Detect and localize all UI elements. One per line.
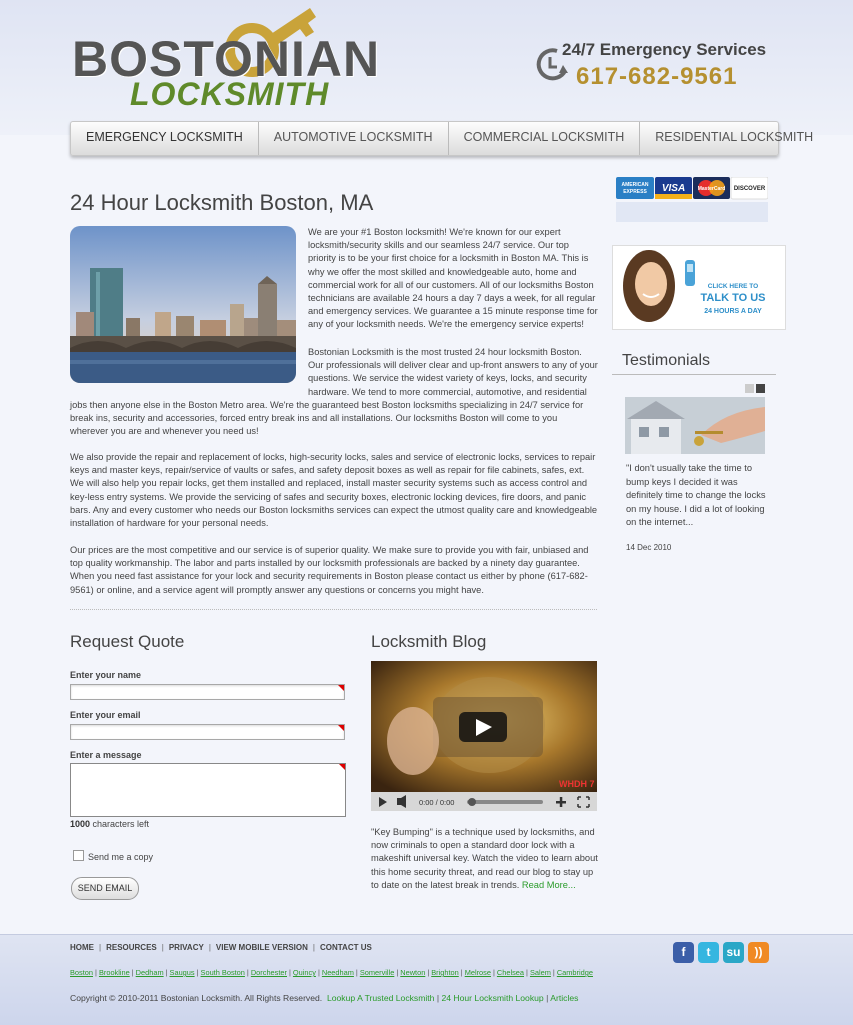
send-copy-checkbox[interactable] [73,850,84,861]
testimonials-title: Testimonials [622,352,711,369]
services-paragraph: We also provide the repair and replaceme… [70,452,598,529]
svg-text:0:00 / 0:00: 0:00 / 0:00 [419,798,454,807]
intro-paragraph: We are your #1 Boston locksmith! We're k… [308,227,598,330]
testimonial-pager [745,384,765,393]
svg-text:AMERICAN: AMERICAN [622,182,649,188]
trusted-paragraph-part2: jobs then anyone else in the Boston Metr… [70,399,584,437]
city-link-boston[interactable]: Boston [70,968,93,977]
blog-video-player[interactable]: WHDH 7 0:00 / 0:00 [371,661,597,811]
trusted-paragraph-part1: Bostonian Locksmith is the most trusted … [308,347,598,397]
articles-link[interactable]: Articles [550,993,578,1003]
footer-mobile-link[interactable]: VIEW MOBILE VERSION [216,943,308,952]
footer-home-link[interactable]: HOME [70,943,94,952]
nav-automotive-locksmith[interactable]: AUTOMOTIVE LOCKSMITH [259,122,449,155]
svg-text:VISA: VISA [662,183,685,194]
facebook-icon[interactable]: f [673,942,694,963]
city-link-saugus[interactable]: Saugus [170,968,195,977]
footer-contact-link[interactable]: CONTACT US [320,943,372,952]
emergency-services-label: 24/7 Emergency Services [562,40,767,59]
svg-text:DISCOVER: DISCOVER [734,186,766,192]
copyright-text: Copyright © 2010-2011 Bostonian Locksmit… [70,993,323,1003]
characters-left-suffix: characters left [90,819,150,829]
talk-line3: 24 HOURS A DAY [704,308,762,315]
name-field[interactable] [70,684,345,700]
city-link-needham[interactable]: Needham [322,968,354,977]
testimonial-image [625,397,765,454]
svg-text:WHDH 7: WHDH 7 [559,779,595,789]
nav-residential-locksmith[interactable]: RESIDENTIAL LOCKSMITH [640,122,828,155]
svg-text:MasterCard: MasterCard [698,186,726,192]
footer-privacy-link[interactable]: PRIVACY [169,943,204,952]
testimonial-date: 14 Dec 2010 [626,543,672,552]
city-link-dorchester[interactable]: Dorchester [251,968,287,977]
rss-icon[interactable]: )) [748,942,769,963]
pager-dot-2[interactable] [756,384,765,393]
city-link-brighton[interactable]: Brighton [431,968,459,977]
message-field[interactable] [70,763,346,817]
social-icons: f t su)) [673,942,769,963]
city-link-newton[interactable]: Newton [400,968,425,977]
talk-line2: TALK TO US [701,292,766,304]
site-logo[interactable]: BOSTONIAN LOCKSMITH [72,8,392,113]
svg-text:EXPRESS: EXPRESS [623,189,647,195]
send-email-button[interactable]: SEND EMAIL [71,877,139,900]
characters-left-count: 1000 [70,819,91,829]
lookup-trusted-locksmith-link[interactable]: Lookup A Trusted Locksmith [327,993,434,1003]
city-link-south-boston[interactable]: South Boston [201,968,245,977]
twitter-icon[interactable]: t [698,942,719,963]
city-links: Boston | Brookline | Dedham | Saugus | South Bos… [70,968,593,977]
city-link-quincy[interactable]: Quincy [293,968,316,977]
24-hour-lookup-link[interactable]: 24 Hour Locksmith Lookup [441,993,543,1003]
pager-dot-1[interactable] [745,384,754,393]
logo-word-locksmith: LOCKSMITH [130,76,330,112]
city-link-cambridge[interactable]: Cambridge [557,968,593,977]
testimonials-underline [612,374,776,375]
city-link-somerville[interactable]: Somerville [360,968,395,977]
payment-cards: AMERICAN EXPRESS VISA MasterCard DISCOVE… [616,176,769,230]
footer-nav: HOME | RESOURCES | PRIVACY | VIEW MOBILE VE… [70,943,372,952]
city-link-salem[interactable]: Salem [530,968,551,977]
talk-to-us-banner[interactable]: CLICK HERE TO TALK TO US 24 HOURS A DAY [612,245,786,330]
email-label: Enter your email [70,710,141,720]
city-link-melrose[interactable]: Melrose [465,968,491,977]
read-more-link[interactable]: Read More... [522,880,576,890]
trusted-paragraph: Bostonian Locksmith is the most trusted … [70,346,598,438]
nav-emergency-locksmith[interactable]: EMERGENCY LOCKSMITH [71,122,259,155]
main-nav: EMERGENCY LOCKSMITH AUTOMOTIVE LOCKSMITH… [70,121,813,156]
request-quote-title: Request Quote [70,632,185,651]
email-field[interactable] [70,724,345,740]
nav-commercial-locksmith[interactable]: COMMERCIAL LOCKSMITH [449,122,641,155]
city-link-brookline[interactable]: Brookline [99,968,130,977]
footer-resources-link[interactable]: RESOURCES [106,943,157,952]
stumbleupon-icon[interactable]: su [723,942,744,963]
city-link-dedham[interactable]: Dedham [136,968,164,977]
characters-left: 1000 characters left [70,819,149,829]
name-label: Enter your name [70,670,142,680]
city-link-chelsea[interactable]: Chelsea [497,968,524,977]
prices-paragraph: Our prices are the most competitive and … [70,545,589,595]
locksmith-blog-title: Locksmith Blog [371,632,487,651]
copyright-line: Copyright © 2010-2011 Bostonian Locksmit… [70,993,579,1003]
page-title: 24 Hour Locksmith Boston, MA [70,190,374,215]
content-divider [70,609,597,610]
talk-line1: CLICK HERE TO [708,283,758,290]
phone-number[interactable]: 617-682-9561 [576,63,737,91]
message-label: Enter a message [70,750,142,760]
blog-excerpt: "Key Bumping" is a technique used by loc… [371,826,599,892]
send-copy-label: Send me a copy [88,852,154,862]
testimonial-quote: "I don't usually take the time to bump k… [626,463,766,528]
